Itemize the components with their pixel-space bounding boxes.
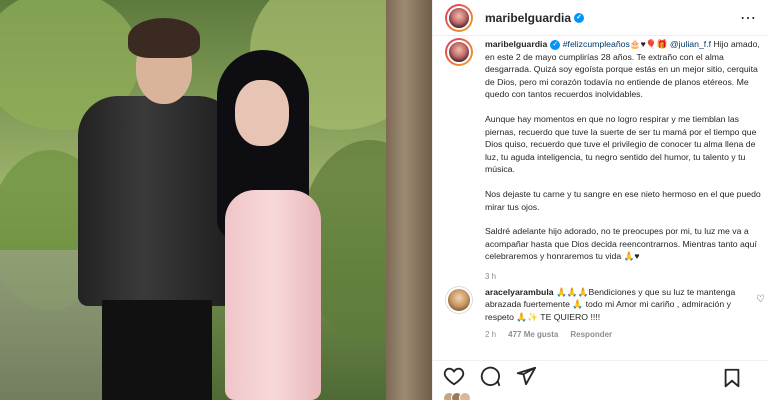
author-username[interactable]: maribelguardia ✓ xyxy=(485,11,585,25)
person-woman xyxy=(205,50,335,400)
bookmark-icon[interactable] xyxy=(721,367,743,389)
comment-like-heart-icon[interactable]: ♡ xyxy=(756,294,765,305)
caption-username[interactable]: maribelguardia xyxy=(485,39,547,49)
post-photo xyxy=(0,0,432,400)
caption-paragraph-2: Aunque hay momentos en que no logro resp… xyxy=(485,113,757,175)
reply-button[interactable]: Responder xyxy=(570,329,612,341)
comment-icon[interactable] xyxy=(479,365,501,387)
heart-icon[interactable] xyxy=(443,365,465,387)
post-header: maribelguardia ✓ ⋯ xyxy=(433,0,768,36)
caption-avatar[interactable] xyxy=(445,38,473,66)
post-timestamp[interactable]: 3 h xyxy=(485,271,763,284)
caption: maribelguardia ✓ #felizcumpleaños🎂♥🎈🎁 @ju… xyxy=(445,36,765,281)
comment: aracelyarambula 🙏🙏🙏Bendiciones y que su … xyxy=(445,286,765,342)
more-options-icon[interactable]: ⋯ xyxy=(740,8,757,28)
mention-link[interactable]: @julian_f.f xyxy=(670,39,711,49)
caption-paragraph-3: Nos dejaste tu carne y tu sangre en ese … xyxy=(485,188,761,212)
comment-likes[interactable]: 477 Me gusta xyxy=(508,329,558,341)
caption-paragraph-1: maribelguardia ✓ #felizcumpleaños🎂♥🎈🎁 @ju… xyxy=(485,39,760,100)
verified-badge-icon: ✓ xyxy=(574,13,585,24)
comment-time: 2 h xyxy=(485,330,497,340)
author-avatar[interactable] xyxy=(445,3,473,32)
post-side-panel: maribelguardia ✓ ⋯ maribelguardia ✓ #feliz… xyxy=(432,0,768,400)
hashtag-link[interactable]: #felizcumpleaños xyxy=(563,39,630,49)
verified-badge-icon: ✓ xyxy=(550,39,561,50)
commenter-username[interactable]: aracelyarambula xyxy=(485,287,554,297)
commenter-avatar[interactable] xyxy=(445,286,473,314)
liker-avatars xyxy=(443,392,643,400)
action-bar xyxy=(433,360,768,390)
caption-paragraph-4: Saldré adelante hijo adorado, no te preo… xyxy=(485,226,757,262)
share-icon[interactable] xyxy=(515,365,537,387)
